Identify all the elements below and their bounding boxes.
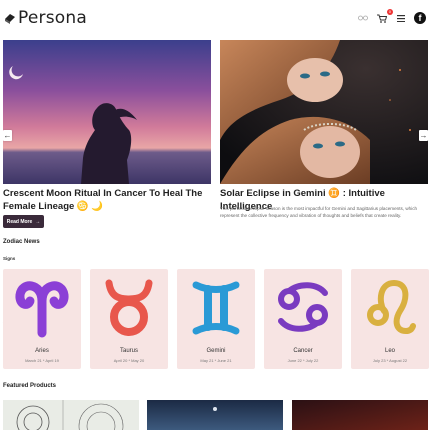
brand-name: Persona <box>18 8 87 28</box>
zodiac-news-heading: Zodiac News <box>3 239 40 245</box>
glasses-icon[interactable] <box>357 12 369 24</box>
menu-icon[interactable] <box>395 12 407 24</box>
hero-image-solar-eclipse[interactable]: → <box>220 40 428 184</box>
cancer-icon <box>278 282 328 332</box>
arrow-right-icon: → <box>35 218 41 225</box>
taurus-icon <box>105 279 153 336</box>
product-image-sun-chart <box>3 400 139 430</box>
featured-products-heading: Featured Products <box>3 383 57 389</box>
site-header: Persona 0 f <box>0 0 430 36</box>
hero-image-crescent-moon[interactable]: ← <box>3 40 211 184</box>
product-card-3[interactable] <box>292 400 428 430</box>
header-actions: 0 f <box>357 9 426 24</box>
product-card-1[interactable] <box>3 400 139 430</box>
sign-dates: May 21 * June 21 <box>200 358 232 363</box>
read-more-label: Read More <box>6 218 33 225</box>
sign-card-taurus[interactable]: Taurus April 20 * May 20 <box>90 269 168 369</box>
sign-name: Taurus <box>119 348 138 354</box>
read-more-button[interactable]: Read More → <box>3 215 44 228</box>
product-image-night-sky <box>147 400 283 430</box>
hero-prev-arrow[interactable]: ← <box>3 130 12 141</box>
sign-name: Leo <box>384 348 395 354</box>
product-image-warm-glow <box>292 400 428 430</box>
hero-left-title[interactable]: Crescent Moon Ritual In Cancer To Heal T… <box>3 187 211 213</box>
logo-mark-icon <box>5 14 15 24</box>
cart-icon[interactable]: 0 <box>376 9 393 24</box>
sign-name: Aries <box>35 348 49 354</box>
sign-card-aries[interactable]: Aries March 21 * April 19 <box>3 269 81 369</box>
page: Persona 0 f ← → Crescent Moon Ritual In … <box>0 0 430 430</box>
gemini-icon <box>192 281 240 335</box>
hero-next-arrow[interactable]: → <box>419 130 428 141</box>
product-card-2[interactable] <box>147 400 283 430</box>
aries-icon <box>15 281 69 338</box>
leo-icon <box>367 279 416 335</box>
cart-count-badge: 0 <box>386 9 393 15</box>
sign-card-gemini[interactable]: Gemini May 21 * June 21 <box>177 269 255 369</box>
facebook-icon[interactable]: f <box>414 12 426 24</box>
signs-label: Signs <box>3 256 16 261</box>
sign-dates: June 22 * July 22 <box>287 358 319 363</box>
sign-card-cancer[interactable]: Cancer June 22 * July 22 <box>264 269 342 369</box>
brand-logo[interactable]: Persona <box>4 8 87 28</box>
sign-name: Cancer <box>293 348 313 354</box>
sign-dates: April 20 * May 20 <box>113 358 145 363</box>
sign-name: Gemini <box>206 348 226 354</box>
twin-portrait-image <box>220 40 428 184</box>
sign-dates: March 21 * April 19 <box>25 358 59 363</box>
sign-dates: July 23 * August 22 <box>372 358 408 363</box>
sign-card-leo[interactable]: Leo July 23 * August 22 <box>351 269 429 369</box>
sunset-silhouette-image <box>3 40 211 184</box>
hero-right-description: This particular eclipse season is the mo… <box>220 206 418 218</box>
